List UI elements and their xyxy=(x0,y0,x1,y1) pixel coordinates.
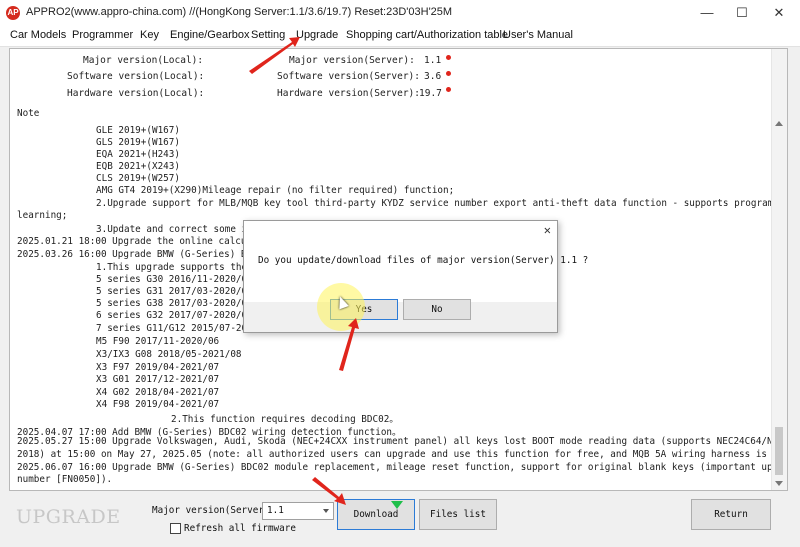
refresh-firmware-checkbox[interactable] xyxy=(170,523,181,534)
log-line: 2025.06.07 16:00 Upgrade BMW (G-Series) … xyxy=(17,462,788,473)
scroll-thumb[interactable] xyxy=(775,427,783,475)
log-line: EQB 2021+(X243) xyxy=(96,161,180,172)
log-line: 2.This function requires decoding BDC02。 xyxy=(171,414,399,425)
log-line: AMG GT4 2019+(X290)Mileage repair (no fi… xyxy=(96,185,455,196)
status-dot xyxy=(446,55,451,60)
software-server-value: 3.6 xyxy=(424,71,442,82)
log-line: X3/IX3 G08 2018/05-2021/08 xyxy=(96,349,242,360)
log-line: 6 series G32 2017/07-2020/06 xyxy=(96,310,253,321)
hardware-server-value: 19.7 xyxy=(419,88,442,99)
log-line: 2025.05.27 15:00 Upgrade Volkswagen, Aud… xyxy=(17,436,787,447)
vertical-scrollbar[interactable] xyxy=(771,49,787,490)
return-button[interactable]: Return xyxy=(691,499,771,530)
log-line: X3 G01 2017/12-2021/07 xyxy=(96,374,220,385)
files-list-button[interactable]: Files list xyxy=(419,499,497,530)
download-button[interactable]: Download xyxy=(337,499,415,530)
log-line: 2018) at 15:00 on May 27, 2025.05 (note:… xyxy=(17,449,788,460)
log-line: GLS 2019+(W167) xyxy=(96,137,180,148)
log-line: EQA 2021+(H243) xyxy=(96,149,180,160)
log-line: 5 series G30 2016/11-2020/06 xyxy=(96,274,253,285)
major-server-label: Major version(Server): xyxy=(289,55,415,66)
confirm-dialog: ✕ Do you update/download files of major … xyxy=(243,220,588,333)
log-line: 5 series G31 2017/03-2020/06 xyxy=(96,286,253,297)
status-dot xyxy=(446,87,451,92)
menu-programmer[interactable]: Programmer xyxy=(72,29,133,41)
major-local-label: Major version(Local): xyxy=(83,55,204,66)
green-arrow-marker-icon xyxy=(391,501,403,509)
menu-setting[interactable]: Setting xyxy=(251,29,285,41)
close-button[interactable]: ✕ xyxy=(762,0,796,26)
log-line: M5 F90 2017/11-2020/06 xyxy=(96,336,220,347)
menu-shopping-cart[interactable]: Shopping cart/Authorization table xyxy=(346,29,508,41)
window-title: APPRO2(www.appro-china.com) //(HongKong … xyxy=(26,6,453,18)
menu-engine-gearbox[interactable]: Engine/Gearbox xyxy=(170,29,250,41)
log-line: number [FN0050]). xyxy=(17,474,113,485)
log-line: Note xyxy=(17,108,40,119)
major-version-select[interactable]: 1.1 xyxy=(262,502,334,520)
minimize-button[interactable]: — xyxy=(690,0,724,26)
dialog-close-icon[interactable]: ✕ xyxy=(544,223,551,237)
log-line: GLE 2019+(W167) xyxy=(96,125,180,136)
maximize-button[interactable]: ☐ xyxy=(725,0,759,26)
major-server-value: 1.1 xyxy=(424,55,442,66)
chevron-down-icon[interactable] xyxy=(323,509,329,513)
scroll-down-icon[interactable] xyxy=(775,481,783,486)
log-line: learning; xyxy=(17,210,68,221)
app-logo-icon: AP xyxy=(6,6,20,20)
log-line: 2.Upgrade support for MLB/MQB key tool t… xyxy=(96,198,788,209)
dialog-message: Do you update/download files of major ve… xyxy=(258,255,589,266)
hardware-server-label: Hardware version(Server): xyxy=(277,88,420,99)
software-local-label: Software version(Local): xyxy=(67,71,205,82)
major-version-selected: 1.1 xyxy=(267,505,284,516)
menu-car-models[interactable]: Car Models xyxy=(10,29,66,41)
software-server-label: Software version(Server): xyxy=(277,71,420,82)
log-line: 2025.01.21 18:00 Upgrade the online calc… xyxy=(17,236,281,247)
major-server-select-label: Major version(Server): xyxy=(152,505,276,516)
hardware-local-label: Hardware version(Local): xyxy=(67,88,205,99)
log-line: X4 G02 2018/04-2021/07 xyxy=(96,387,220,398)
status-dot xyxy=(446,71,451,76)
title-bar: AP APPRO2(www.appro-china.com) //(HongKo… xyxy=(0,0,800,26)
log-line: 5 series G38 2017/03-2020/06 xyxy=(96,298,253,309)
upgrade-logo: UPGRADE xyxy=(16,506,121,528)
menu-users-manual[interactable]: User's Manual xyxy=(503,29,573,41)
menu-key[interactable]: Key xyxy=(140,29,159,41)
log-line: CLS 2019+(W257) xyxy=(96,173,180,184)
log-line: X3 F97 2019/04-2021/07 xyxy=(96,362,220,373)
menu-bar: Car Models Programmer Key Engine/Gearbox… xyxy=(0,26,800,47)
log-line: X4 F98 2019/04-2021/07 xyxy=(96,399,220,410)
scroll-up-icon[interactable] xyxy=(775,121,783,126)
no-button[interactable]: No xyxy=(403,299,471,320)
menu-upgrade[interactable]: Upgrade xyxy=(296,29,338,41)
refresh-firmware-label: Refresh all firmware xyxy=(184,523,296,534)
